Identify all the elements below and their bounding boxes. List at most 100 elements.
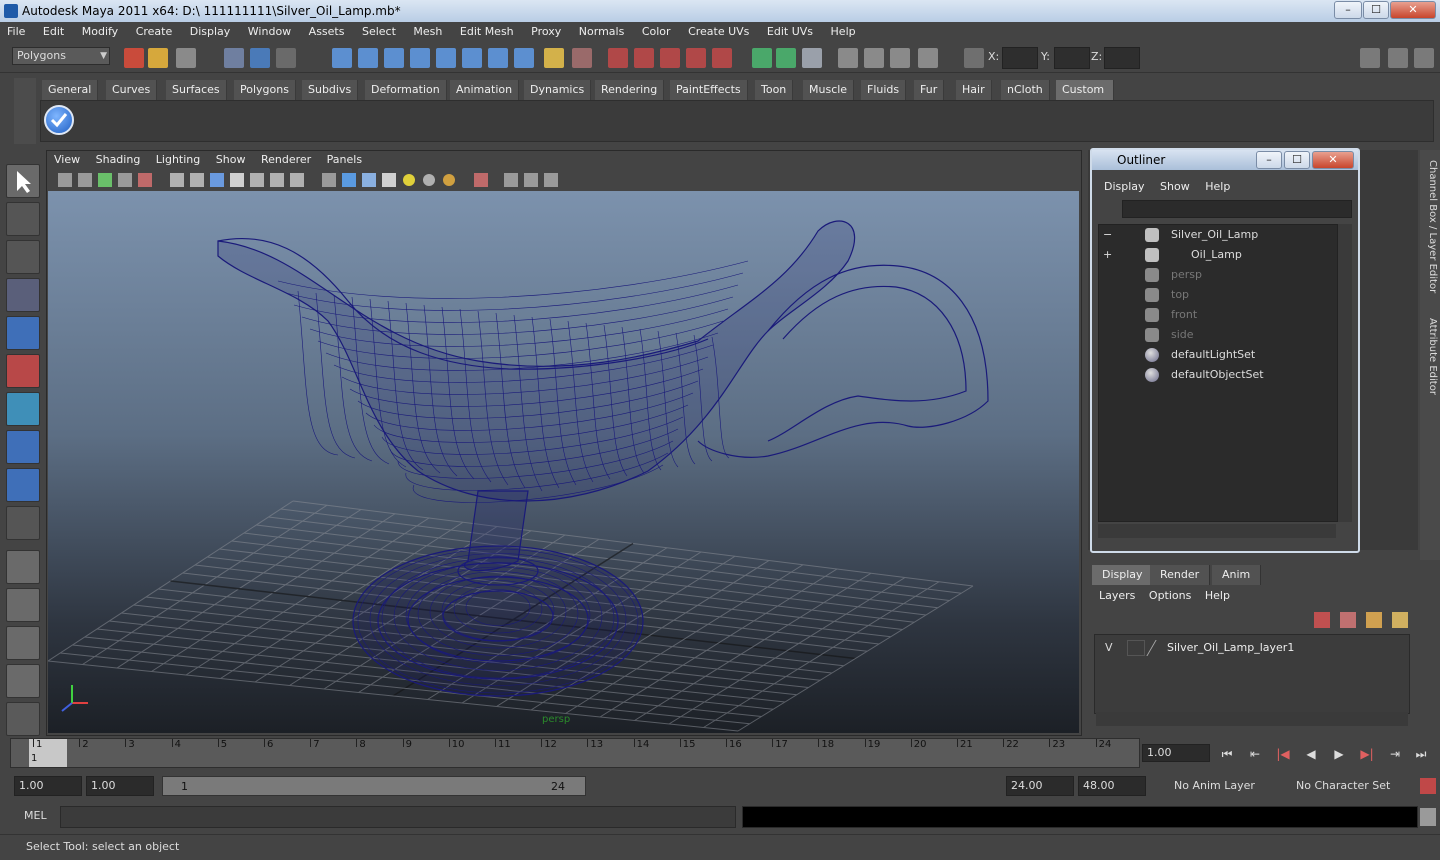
mel-command-input[interactable] — [60, 806, 736, 828]
ipr-render-icon[interactable] — [634, 48, 654, 68]
outliner-item[interactable]: top — [1099, 285, 1337, 305]
four-view-layout-icon[interactable] — [6, 588, 40, 622]
transform-mode-icon[interactable] — [964, 48, 984, 68]
shelf-tab-rendering[interactable]: Rendering — [595, 80, 665, 100]
layer-tab-anim[interactable]: Anim — [1212, 565, 1262, 585]
time-slider[interactable]: 1 1 2 3 4 5 6 7 8 9 10 11 12 13 14 15 16 17 18 19 20 21 22 23 2… — [10, 738, 1140, 768]
show-hide-channelbox-icon[interactable] — [1360, 48, 1380, 68]
command-language-toggle[interactable]: MEL — [12, 806, 56, 826]
select-tool-icon[interactable] — [6, 164, 40, 198]
shelf-tab-fluids[interactable]: Fluids — [861, 80, 907, 100]
viewport-menu-panels[interactable]: Panels — [321, 151, 368, 169]
step-forward-frame-button[interactable]: ▶| — [1356, 743, 1378, 765]
outliner-horizontal-scrollbar[interactable] — [1098, 524, 1336, 538]
attribute-editor-tab[interactable]: Attribute Editor — [1422, 318, 1438, 428]
viewport-menu-show[interactable]: Show — [210, 151, 252, 169]
layer-row[interactable]: V Silver_Oil_Lamp_layer1 — [1099, 638, 1399, 658]
show-hide-tools-icon[interactable] — [1414, 48, 1434, 68]
menu-color[interactable]: Color — [635, 22, 678, 42]
soft-modification-icon[interactable] — [6, 430, 40, 464]
layer-horizontal-scrollbar[interactable] — [1096, 712, 1408, 726]
open-scene-icon[interactable] — [148, 48, 168, 68]
menu-help[interactable]: Help — [824, 22, 863, 42]
viewport-menu-shading[interactable]: Shading — [90, 151, 147, 169]
play-forwards-button[interactable]: ▶ — [1328, 743, 1350, 765]
menu-select[interactable]: Select — [355, 22, 403, 42]
y-field[interactable] — [1054, 47, 1090, 69]
animation-end-field[interactable]: 48.00 — [1078, 776, 1146, 796]
menu-mesh[interactable]: Mesh — [406, 22, 449, 42]
selection-mask-icon[interactable] — [572, 48, 592, 68]
outliner-close-button[interactable]: ✕ — [1312, 151, 1354, 169]
checkmark-shelf-button-icon[interactable] — [44, 105, 74, 135]
collapse-icon[interactable]: − — [1103, 225, 1112, 245]
construction-icon[interactable] — [488, 48, 508, 68]
rotate-tool-icon[interactable] — [6, 316, 40, 350]
animation-preferences-icon[interactable] — [1420, 778, 1436, 794]
anim-layer-dropdown[interactable]: No Anim Layer — [1170, 776, 1288, 796]
lasso-tool-icon[interactable] — [6, 202, 40, 236]
scale-tool-icon[interactable] — [6, 354, 40, 388]
viewport-menu-view[interactable]: View — [48, 151, 86, 169]
show-hide-attribute-icon[interactable] — [1388, 48, 1408, 68]
viewport-menu-lighting[interactable]: Lighting — [150, 151, 206, 169]
shelf-tab-muscle[interactable]: Muscle — [803, 80, 855, 100]
outliner-minimize-button[interactable]: – — [1256, 151, 1282, 169]
select-hierarchy-icon[interactable] — [224, 48, 244, 68]
input-line-icon[interactable] — [752, 48, 772, 68]
outliner-title-bar[interactable]: Outliner – ☐ ✕ — [1092, 150, 1358, 170]
outliner-item[interactable]: side — [1099, 325, 1337, 345]
menu-normals[interactable]: Normals — [572, 22, 632, 42]
menu-create-uvs[interactable]: Create UVs — [681, 22, 756, 42]
single-perspective-layout-icon[interactable] — [6, 550, 40, 584]
new-layer-selected-icon[interactable] — [1340, 612, 1356, 628]
shelf-tab-deformation[interactable]: Deformation — [365, 80, 447, 100]
menu-edit[interactable]: Edit — [36, 22, 71, 42]
playback-end-field[interactable]: 24.00 — [1006, 776, 1074, 796]
lock-icon[interactable] — [544, 48, 564, 68]
tool-settings-icon[interactable] — [864, 48, 884, 68]
menu-proxy[interactable]: Proxy — [524, 22, 568, 42]
move-tool-icon[interactable] — [6, 278, 40, 312]
menu-set-dropdown[interactable]: Polygons ▼ — [12, 47, 110, 65]
shelf-tab-dynamics[interactable]: Dynamics — [524, 80, 592, 100]
select-component-icon[interactable] — [276, 48, 296, 68]
help-query-icon[interactable] — [514, 48, 534, 68]
render-current-frame-icon[interactable] — [608, 48, 628, 68]
menu-display[interactable]: Display — [183, 22, 238, 42]
snap-grid-icon[interactable] — [332, 48, 352, 68]
universal-manipulator-icon[interactable] — [6, 392, 40, 426]
shelf-tab-surfaces[interactable]: Surfaces — [166, 80, 227, 100]
current-time-marker[interactable]: 1 — [29, 739, 67, 767]
menu-assets[interactable]: Assets — [302, 22, 352, 42]
persp-graph-layout-icon[interactable] — [6, 664, 40, 698]
paint-select-tool-icon[interactable] — [6, 240, 40, 274]
render-settings-icon[interactable] — [660, 48, 680, 68]
show-manipulator-icon[interactable] — [6, 468, 40, 502]
play-backwards-button[interactable]: ◀ — [1300, 743, 1322, 765]
outliner-maximize-button[interactable]: ☐ — [1284, 151, 1310, 169]
new-layer-icon[interactable] — [1314, 612, 1330, 628]
perspective-viewport[interactable]: persp — [48, 191, 1079, 733]
new-render-layer-icon[interactable] — [1366, 612, 1382, 628]
outliner-item[interactable]: + Oil_Lamp — [1099, 245, 1337, 265]
shelf-tab-subdivs[interactable]: Subdivs — [302, 80, 359, 100]
menu-modify[interactable]: Modify — [75, 22, 125, 42]
shelf-tab-fur[interactable]: Fur — [914, 80, 945, 100]
range-slider[interactable]: 1 24 — [162, 776, 586, 796]
outliner-item[interactable]: defaultLightSet — [1099, 345, 1337, 365]
quick-rename-icon[interactable] — [776, 48, 796, 68]
viewport-toolbar-icons[interactable] — [48, 170, 568, 190]
step-forward-key-button[interactable]: ⇥ — [1384, 743, 1406, 765]
shelf-tab-general[interactable]: General — [42, 80, 99, 100]
z-field[interactable] — [1104, 47, 1140, 69]
outliner-item[interactable]: persp — [1099, 265, 1337, 285]
layer-type-toggle[interactable] — [1127, 640, 1145, 656]
character-set-dropdown[interactable]: No Character Set — [1292, 776, 1398, 796]
shelf-tab-animation[interactable]: Animation — [450, 80, 520, 100]
shelf-menu-icon[interactable] — [14, 78, 36, 144]
layer-color-swatch[interactable] — [1146, 640, 1168, 656]
paste-icon[interactable] — [802, 48, 822, 68]
layer-menu-layers[interactable]: Layers — [1094, 587, 1140, 605]
persp-outliner-layout-icon[interactable] — [6, 626, 40, 660]
